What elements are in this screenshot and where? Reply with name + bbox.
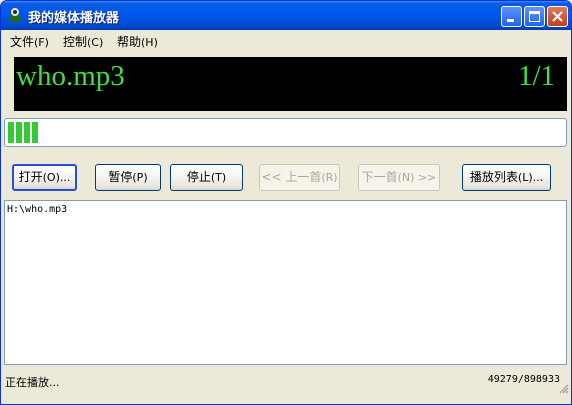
open-button-accel: (O)... xyxy=(42,171,71,184)
minimize-button[interactable] xyxy=(501,6,522,27)
pause-button[interactable]: 暂停(P) xyxy=(95,164,161,191)
open-button[interactable]: 打开(O)... xyxy=(12,164,77,191)
title-bar[interactable]: 我的媒体播放器 xyxy=(1,1,571,30)
track-counter: 1/1 xyxy=(517,60,555,92)
menu-help[interactable]: 帮助(H) xyxy=(117,33,158,50)
list-item[interactable]: H:\who.mp3 xyxy=(7,204,67,215)
close-button[interactable] xyxy=(547,6,568,27)
menu-control[interactable]: 控制(C) xyxy=(63,33,103,50)
menu-bar: 文件(F) 控制(C) 帮助(H) xyxy=(2,30,570,50)
playlist-button-label: 播放列表 xyxy=(469,170,518,184)
playlist-list[interactable]: H:\who.mp3 xyxy=(4,200,567,365)
stop-button-accel: (T) xyxy=(210,171,227,184)
status-text: 正在播放... xyxy=(5,376,60,389)
app-icon xyxy=(9,8,21,23)
menu-control-accel: (C) xyxy=(87,36,104,49)
next-track-button[interactable]: 下一首(N) >> xyxy=(358,164,440,191)
menu-help-label: 帮助 xyxy=(117,35,142,49)
maximize-icon xyxy=(529,11,540,22)
previous-button-label: << 上一首 xyxy=(261,170,322,184)
menu-help-accel: (H) xyxy=(141,36,158,49)
pause-button-label: 暂停 xyxy=(108,170,133,184)
playlist-button-accel: (L)... xyxy=(517,171,544,184)
media-player-window: 我的媒体播放器 文件(F) 控制(C) 帮助(H) who.mp3 1/1 打开… xyxy=(0,0,572,405)
maximize-button[interactable] xyxy=(524,6,545,27)
menu-file[interactable]: 文件(F) xyxy=(10,33,49,50)
menu-file-label: 文件 xyxy=(10,35,35,49)
pause-button-accel: (P) xyxy=(132,171,148,184)
progress-fill xyxy=(8,122,39,143)
stop-button[interactable]: 停止(T) xyxy=(170,164,243,191)
resize-grip-icon[interactable] xyxy=(559,384,569,394)
song-title: who.mp3 xyxy=(16,60,125,92)
next-button-label: 下一首 xyxy=(361,170,398,184)
close-icon xyxy=(552,11,563,22)
open-button-label: 打开 xyxy=(18,170,43,184)
next-button-accel: (N) >> xyxy=(397,171,437,184)
playback-position: 49279/898933 xyxy=(487,374,560,385)
progress-track xyxy=(8,122,563,143)
menu-file-accel: (F) xyxy=(34,36,49,49)
playback-progress-bar[interactable] xyxy=(4,118,567,147)
window-title: 我的媒体播放器 xyxy=(28,11,120,26)
previous-button-accel: (R) xyxy=(321,171,338,184)
minimize-icon xyxy=(507,19,514,22)
status-bar: 正在播放... 49279/898933 xyxy=(1,368,571,396)
menu-control-label: 控制 xyxy=(63,35,88,49)
now-playing-display: who.mp3 1/1 xyxy=(14,57,567,111)
previous-track-button[interactable]: << 上一首(R) xyxy=(259,164,340,191)
playlist-button[interactable]: 播放列表(L)... xyxy=(462,164,551,191)
stop-button-label: 停止 xyxy=(186,170,211,184)
